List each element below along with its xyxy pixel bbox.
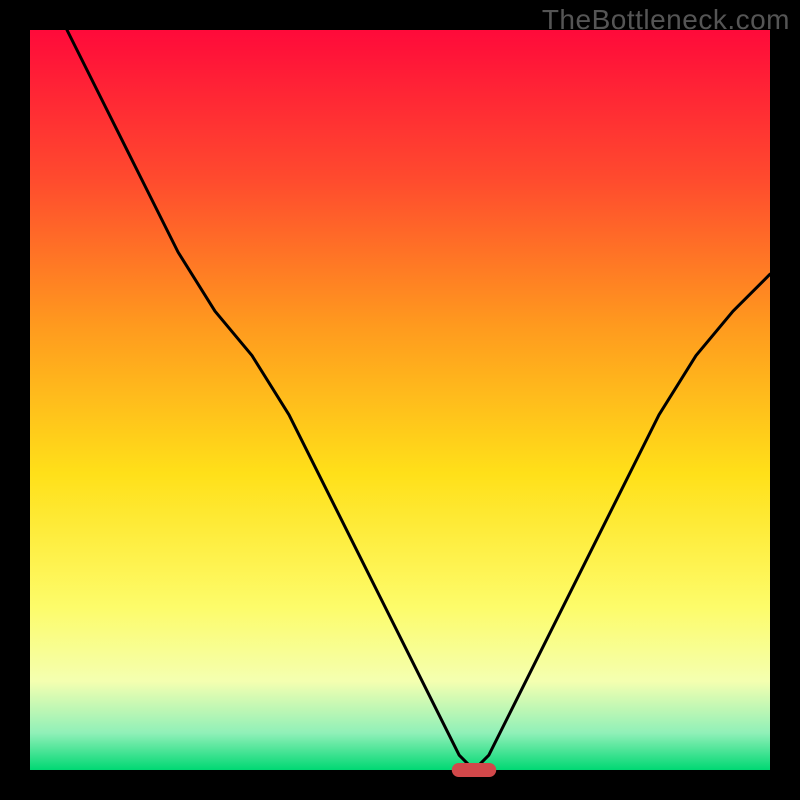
bottleneck-chart <box>0 0 800 800</box>
plot-background <box>30 30 770 770</box>
watermark-label: TheBottleneck.com <box>542 4 790 36</box>
optimal-marker <box>452 763 496 777</box>
chart-container: TheBottleneck.com <box>0 0 800 800</box>
